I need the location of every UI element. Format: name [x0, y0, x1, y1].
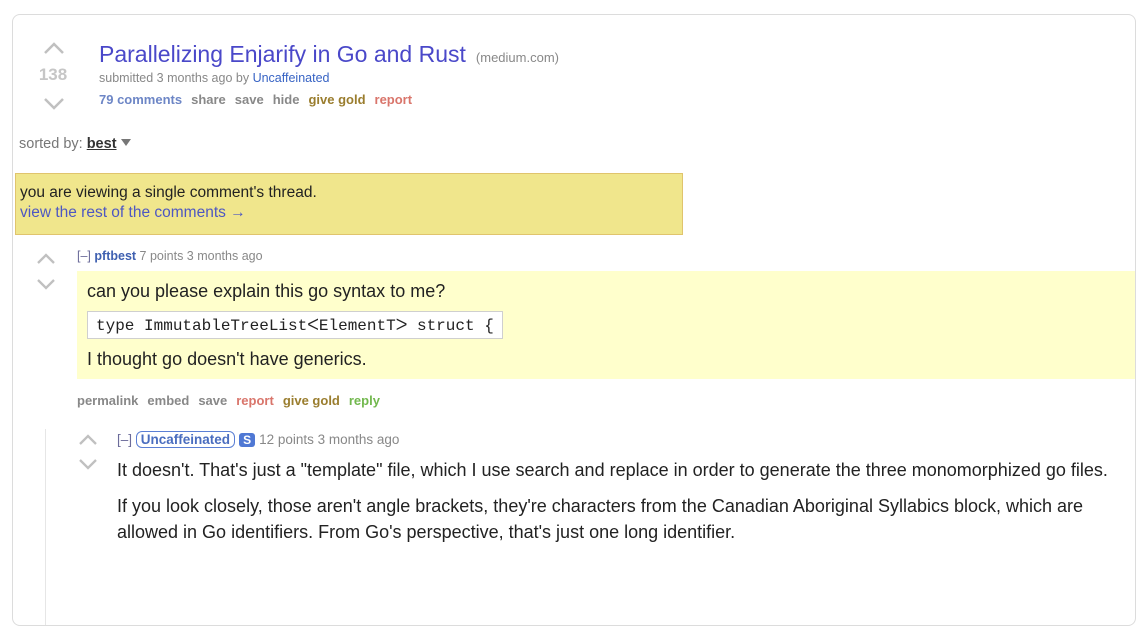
share-link[interactable]: share — [191, 92, 226, 107]
infobar-message: you are viewing a single comment's threa… — [20, 184, 317, 201]
thread-line — [45, 429, 46, 625]
comment1-paragraph: I thought go doesn't have generics. — [87, 349, 367, 369]
comment2-meta: 12 points 3 months ago — [259, 432, 400, 447]
comment2-body: It doesn't. That's just a "template" fil… — [117, 457, 1117, 555]
sort-selector: sorted by: best — [19, 136, 131, 152]
post-domain[interactable]: (medium.com) — [476, 50, 559, 65]
post-score: 138 — [38, 65, 68, 84]
post-author-link[interactable]: Uncaffeinated — [253, 71, 330, 85]
embed-link[interactable]: embed — [147, 393, 189, 408]
comment1-meta: 7 points 3 months ago — [139, 249, 263, 263]
hide-link[interactable]: hide — [273, 92, 300, 107]
submitter-badge[interactable]: S — [239, 433, 256, 447]
reply-link[interactable]: reply — [349, 393, 380, 408]
comment1-buttons: permalink embed save report give gold reply — [77, 393, 389, 408]
comment1-body: can you please explain this go syntax to… — [77, 271, 1135, 379]
view-rest-link[interactable]: view the rest of the comments → — [20, 204, 678, 222]
single-thread-infobar: you are viewing a single comment's threa… — [15, 173, 683, 235]
save-link[interactable]: save — [235, 92, 264, 107]
dropdown-triangle-icon[interactable] — [120, 139, 131, 146]
comment1-author-link[interactable]: pftbest — [94, 249, 136, 263]
post-card: 138 Parallelizing Enjarify in Go and Rus… — [12, 14, 1136, 626]
comment-give-gold-link[interactable]: give gold — [283, 393, 340, 408]
comment1-downvote-arrow-icon[interactable] — [35, 277, 57, 291]
post-tagline-prefix: submitted 3 months ago by — [99, 71, 250, 85]
post-title-row: Parallelizing Enjarify in Go and Rust (me… — [99, 41, 559, 68]
report-link[interactable]: report — [375, 92, 413, 107]
comment2-author-link[interactable]: Uncaffeinated — [135, 431, 236, 448]
comment-save-link[interactable]: save — [198, 393, 227, 408]
permalink-link[interactable]: permalink — [77, 393, 138, 408]
comment2-downvote-arrow-icon[interactable] — [77, 457, 99, 471]
post-tagline: submitted 3 months ago by Uncaffeinated — [99, 71, 330, 85]
sort-dropdown[interactable]: best — [87, 136, 117, 152]
post-buttons: 79 comments share save hide give gold report — [99, 92, 421, 107]
comment1-code: type ImmutableTreeListᐸElementTᐳ struct … — [87, 311, 503, 339]
comment2-tagline: [–] Uncaffeinated S 12 points 3 months ago — [117, 431, 399, 448]
comment1-paragraph: can you please explain this go syntax to… — [87, 281, 446, 301]
comment2-paragraph: If you look closely, those aren't angle … — [117, 496, 1084, 542]
post-title-link[interactable]: Parallelizing Enjarify in Go and Rust — [99, 41, 466, 67]
post-downvote-arrow-icon[interactable] — [43, 97, 65, 111]
post-upvote-arrow-icon[interactable] — [43, 41, 65, 55]
comment-report-link[interactable]: report — [236, 393, 274, 408]
comment1-collapse-toggle[interactable]: [–] — [77, 249, 91, 263]
comment2-paragraph: It doesn't. That's just a "template" fil… — [117, 460, 1108, 480]
give-gold-link[interactable]: give gold — [308, 92, 365, 107]
comment1-tagline: [–] pftbest 7 points 3 months ago — [77, 249, 263, 263]
comment2-collapse-toggle[interactable]: [–] — [117, 432, 132, 447]
sort-label: sorted by: — [19, 136, 83, 152]
comment1-upvote-arrow-icon[interactable] — [35, 252, 57, 266]
comment2-upvote-arrow-icon[interactable] — [77, 433, 99, 447]
comments-link[interactable]: 79 comments — [99, 92, 182, 107]
